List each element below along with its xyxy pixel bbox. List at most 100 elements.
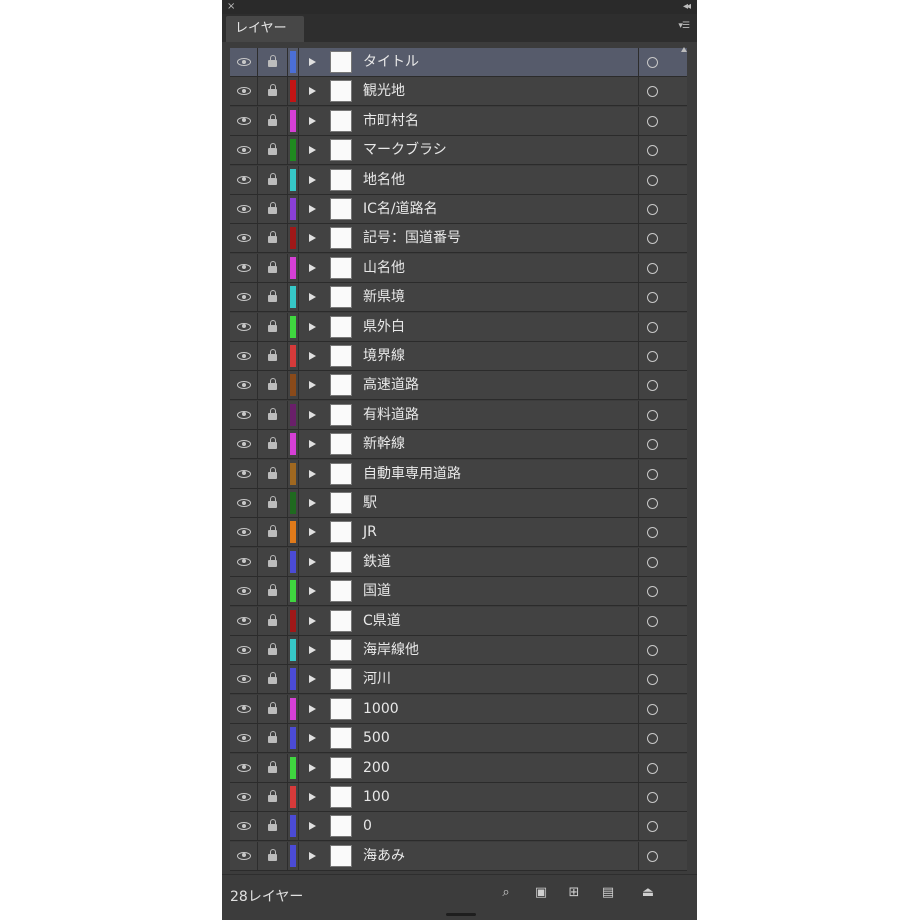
collapse-panel-icon[interactable]: ◂◂: [683, 0, 691, 14]
layer-row[interactable]: 鉄道: [230, 547, 687, 577]
target-cell[interactable]: [638, 459, 687, 488]
layer-row[interactable]: 国道: [230, 577, 687, 607]
target-cell[interactable]: [638, 224, 687, 253]
lock-toggle[interactable]: [258, 459, 288, 488]
layer-name-cell[interactable]: 新幹線: [298, 430, 638, 459]
visibility-toggle[interactable]: [230, 224, 258, 253]
visibility-toggle[interactable]: [230, 753, 258, 782]
layer-row[interactable]: 境界線: [230, 342, 687, 372]
target-cell[interactable]: [638, 371, 687, 400]
visibility-toggle[interactable]: [230, 312, 258, 341]
lock-toggle[interactable]: [258, 489, 288, 518]
expand-triangle-icon[interactable]: [309, 87, 316, 96]
layer-name-cell[interactable]: 県外白: [298, 312, 638, 341]
target-cell[interactable]: [638, 165, 687, 194]
target-cell[interactable]: [638, 636, 687, 665]
layer-row[interactable]: 県外白: [230, 312, 687, 342]
tab-layers[interactable]: レイヤー: [226, 16, 304, 42]
target-cell[interactable]: [638, 783, 687, 812]
layer-name-cell[interactable]: 1000: [298, 694, 638, 723]
lock-toggle[interactable]: [258, 106, 288, 135]
layer-row[interactable]: 山名他: [230, 253, 687, 283]
expand-triangle-icon[interactable]: [309, 381, 316, 390]
create-new-layer-button[interactable]: ▤: [600, 885, 616, 901]
target-cell[interactable]: [638, 606, 687, 635]
lock-toggle[interactable]: [258, 841, 288, 870]
layer-row[interactable]: 100: [230, 783, 687, 813]
lock-toggle[interactable]: [258, 195, 288, 224]
expand-triangle-icon[interactable]: [309, 116, 316, 125]
expand-triangle-icon[interactable]: [309, 646, 316, 654]
layer-row[interactable]: 海あみ: [230, 841, 687, 871]
layer-name-cell[interactable]: 境界線: [298, 342, 638, 371]
target-cell[interactable]: [638, 400, 687, 429]
target-cell[interactable]: [638, 195, 687, 224]
lock-toggle[interactable]: [258, 783, 288, 812]
target-cell[interactable]: [638, 812, 687, 841]
layer-row[interactable]: 市町村名: [230, 106, 687, 136]
layer-row[interactable]: 新県境: [230, 283, 687, 313]
expand-triangle-icon[interactable]: [309, 528, 316, 537]
lock-toggle[interactable]: [258, 665, 288, 694]
layer-name-cell[interactable]: C県道: [298, 606, 638, 635]
visibility-toggle[interactable]: [230, 136, 258, 165]
layer-name-cell[interactable]: マークブラシ: [298, 136, 638, 165]
visibility-toggle[interactable]: [230, 841, 258, 870]
layer-row[interactable]: タイトル: [230, 48, 687, 78]
visibility-toggle[interactable]: [230, 547, 258, 576]
lock-toggle[interactable]: [258, 342, 288, 371]
lock-toggle[interactable]: [258, 606, 288, 635]
layer-row[interactable]: JR: [230, 518, 687, 548]
lock-toggle[interactable]: [258, 48, 288, 77]
create-sublayer-button[interactable]: ⊞: [566, 885, 582, 901]
target-cell[interactable]: [638, 489, 687, 518]
expand-triangle-icon[interactable]: [309, 616, 316, 625]
visibility-toggle[interactable]: [230, 783, 258, 812]
layer-row[interactable]: 高速道路: [230, 371, 687, 401]
visibility-toggle[interactable]: [230, 400, 258, 429]
visibility-toggle[interactable]: [230, 77, 258, 106]
lock-toggle[interactable]: [258, 400, 288, 429]
visibility-toggle[interactable]: [230, 636, 258, 665]
target-cell[interactable]: [638, 283, 687, 312]
layer-name-cell[interactable]: JR: [298, 518, 638, 547]
scroll-up-arrow-icon[interactable]: [681, 47, 687, 52]
layer-name-cell[interactable]: 100: [298, 783, 638, 812]
layer-name-cell[interactable]: 国道: [298, 577, 638, 606]
lock-toggle[interactable]: [258, 371, 288, 400]
lock-toggle[interactable]: [258, 518, 288, 547]
layer-name-cell[interactable]: 海あみ: [298, 841, 638, 870]
expand-triangle-icon[interactable]: [309, 352, 316, 360]
expand-triangle-icon[interactable]: [309, 851, 316, 860]
locate-object-button[interactable]: ⌕: [498, 885, 514, 901]
expand-triangle-icon[interactable]: [309, 587, 316, 596]
visibility-toggle[interactable]: [230, 342, 258, 371]
expand-triangle-icon[interactable]: [309, 822, 316, 831]
layer-row[interactable]: 海岸線他: [230, 636, 687, 666]
target-cell[interactable]: [638, 753, 687, 782]
make-clipping-mask-button[interactable]: ▣: [533, 885, 549, 901]
visibility-toggle[interactable]: [230, 430, 258, 459]
visibility-toggle[interactable]: [230, 253, 258, 282]
lock-toggle[interactable]: [258, 753, 288, 782]
layer-name-cell[interactable]: 鉄道: [298, 547, 638, 576]
visibility-toggle[interactable]: [230, 812, 258, 841]
target-cell[interactable]: [638, 694, 687, 723]
target-cell[interactable]: [638, 48, 687, 77]
expand-triangle-icon[interactable]: [309, 263, 316, 272]
visibility-toggle[interactable]: [230, 106, 258, 135]
expand-triangle-icon[interactable]: [309, 469, 316, 478]
expand-triangle-icon[interactable]: [309, 499, 316, 507]
layer-row[interactable]: 観光地: [230, 77, 687, 107]
layer-row[interactable]: 500: [230, 724, 687, 754]
visibility-toggle[interactable]: [230, 165, 258, 194]
target-cell[interactable]: [638, 547, 687, 576]
close-icon[interactable]: ×: [227, 0, 235, 14]
expand-triangle-icon[interactable]: [309, 704, 316, 713]
layer-name-cell[interactable]: 記号：国道番号: [298, 224, 638, 253]
layer-row[interactable]: 1000: [230, 694, 687, 724]
lock-toggle[interactable]: [258, 547, 288, 576]
expand-triangle-icon[interactable]: [309, 675, 316, 684]
target-cell[interactable]: [638, 430, 687, 459]
target-cell[interactable]: [638, 136, 687, 165]
